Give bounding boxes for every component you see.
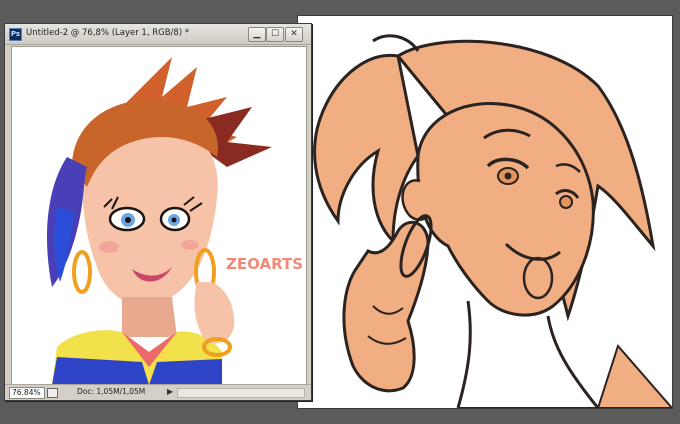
status-menu-arrow-icon[interactable]: ▶ <box>167 387 173 396</box>
maximize-button[interactable]: ☐ <box>266 27 284 42</box>
colored-illustration: ZEOARTS <box>47 57 303 385</box>
close-button[interactable]: ✕ <box>285 27 303 42</box>
minimize-button[interactable]: ▁ <box>248 27 266 42</box>
line-art-drawing <box>313 34 672 408</box>
document-size-info: Doc: 1,05M/1,05M <box>77 387 146 396</box>
document-window[interactable]: Ps Untitled-2 @ 76,8% (Layer 1, RGB/8) *… <box>4 23 312 401</box>
window-titlebar[interactable]: Ps Untitled-2 @ 76,8% (Layer 1, RGB/8) *… <box>5 24 311 45</box>
document-info-icon[interactable] <box>47 388 58 398</box>
zoom-level-input[interactable]: 76.84% <box>9 387 45 399</box>
photoshop-app-icon: Ps <box>9 28 22 41</box>
horizontal-scrollbar[interactable] <box>177 388 305 398</box>
document-canvas[interactable]: ZEOARTS <box>11 46 307 386</box>
main-canvas[interactable] <box>298 16 672 408</box>
document-title: Untitled-2 @ 76,8% (Layer 1, RGB/8) * <box>26 28 190 38</box>
status-bar: 76.84% Doc: 1,05M/1,05M ▶ <box>5 384 311 400</box>
artist-signature: ZEOARTS <box>226 255 303 273</box>
